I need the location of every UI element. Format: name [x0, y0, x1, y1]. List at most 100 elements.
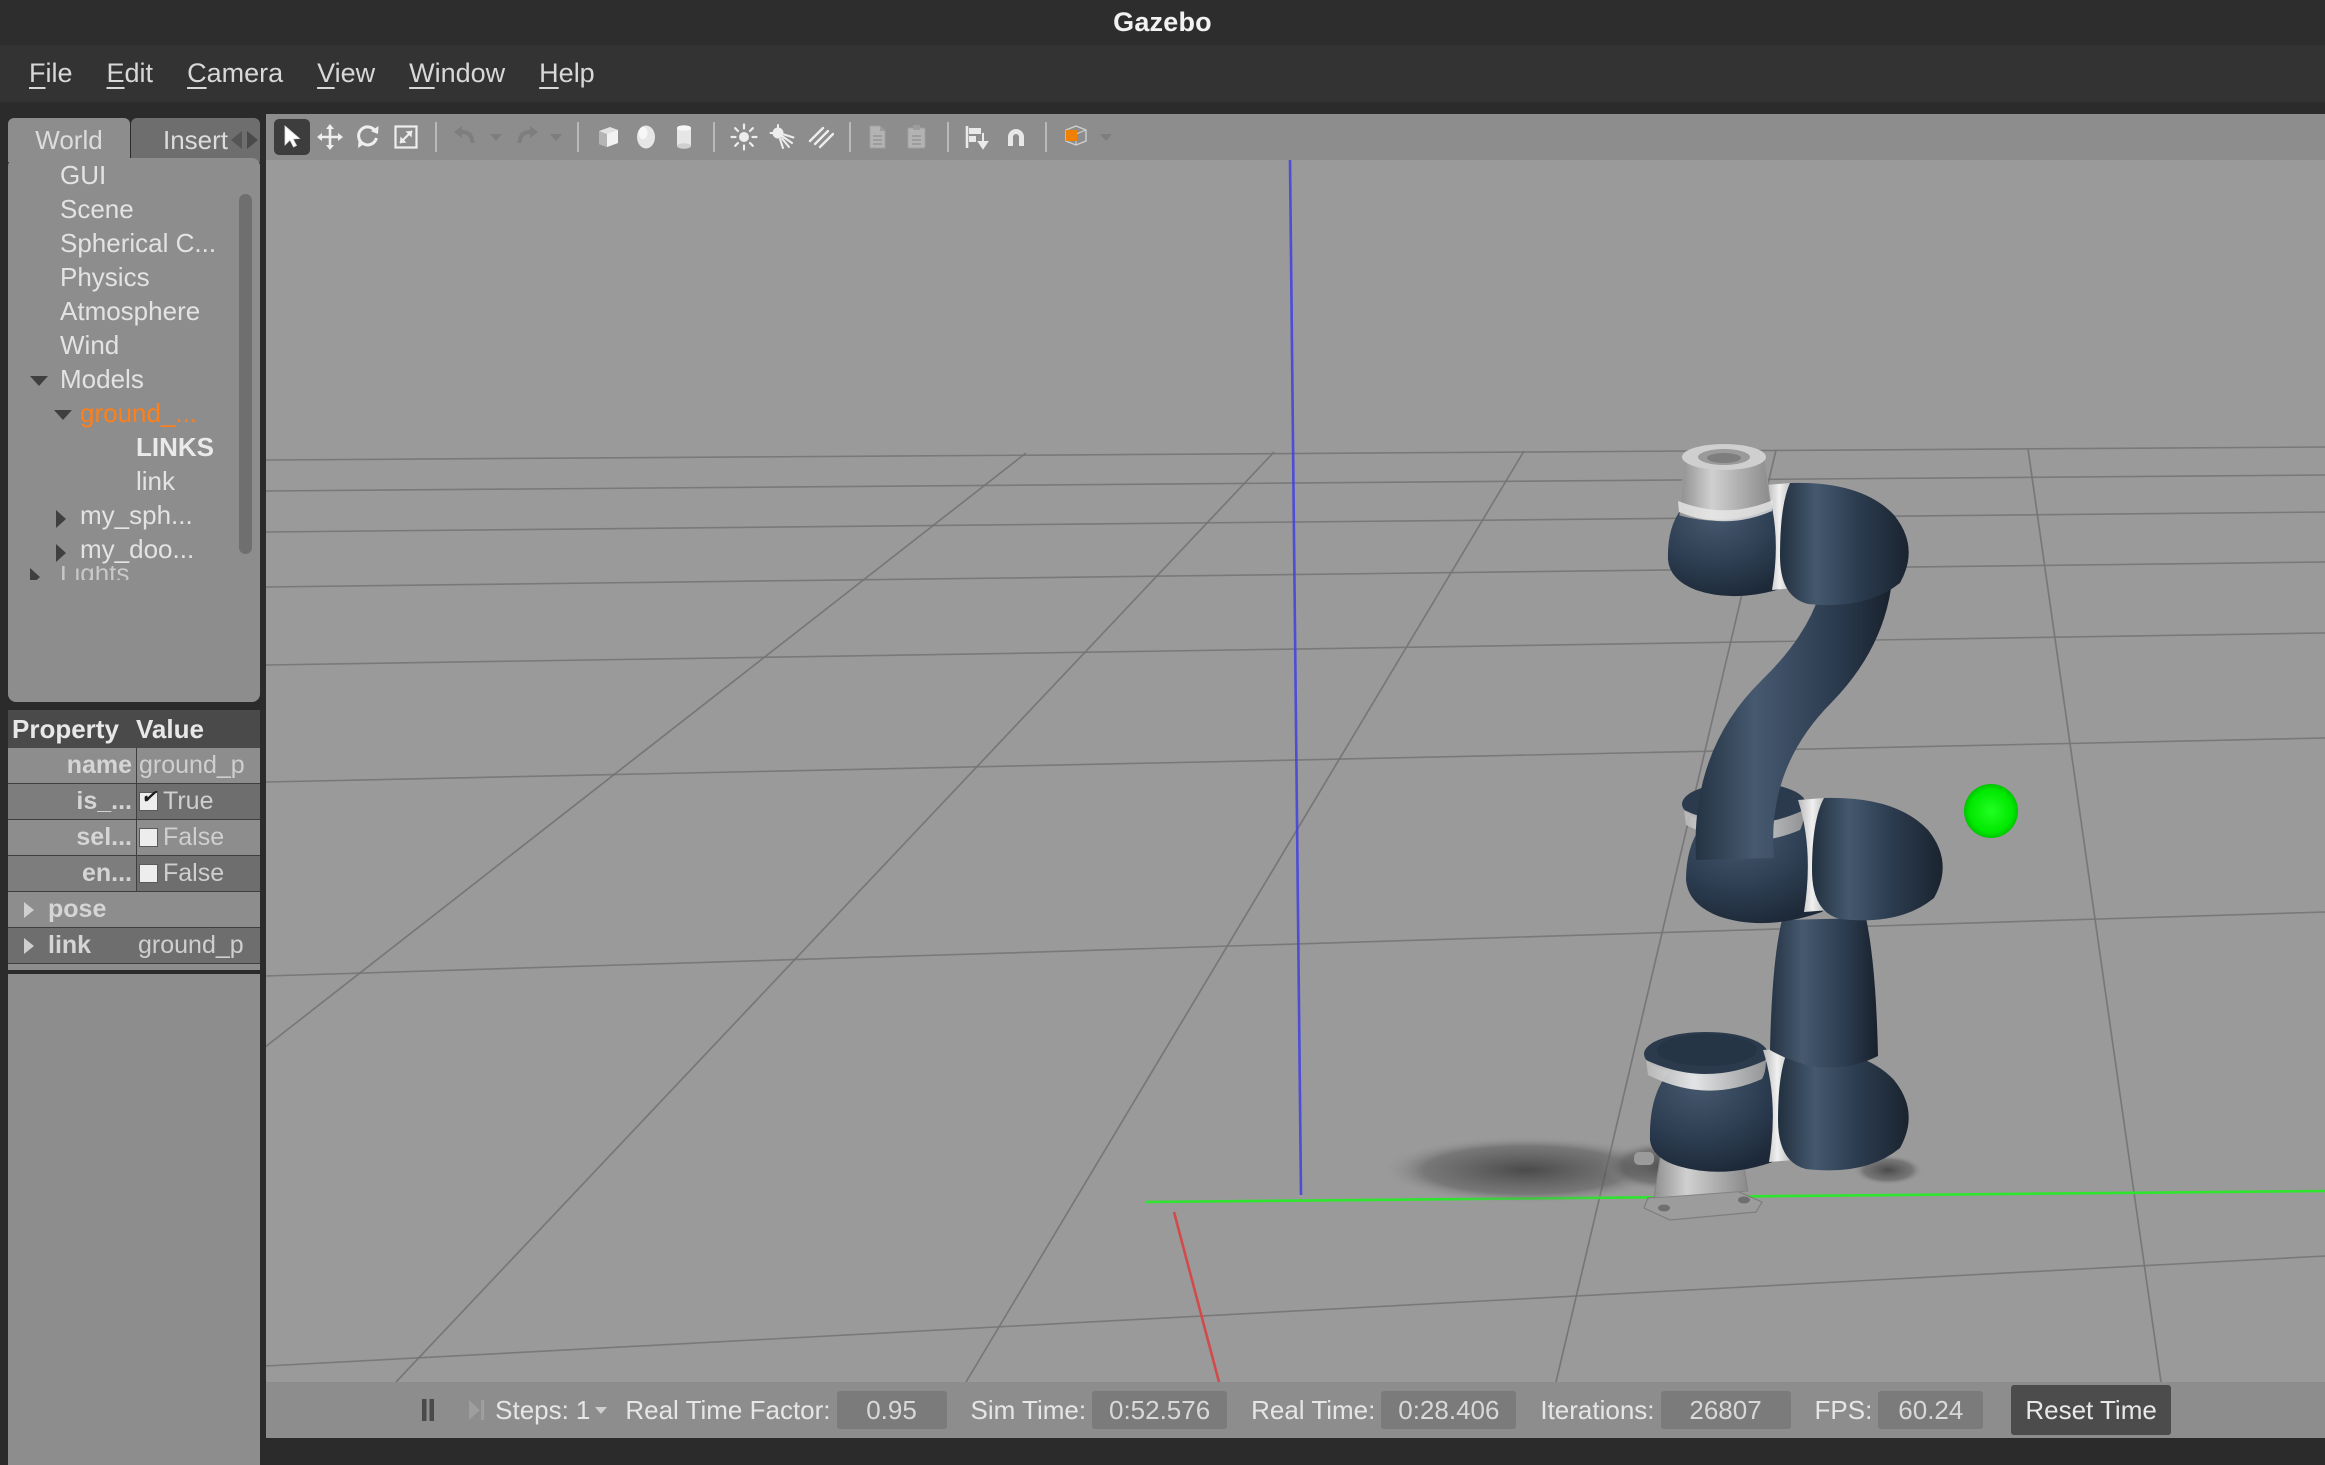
tree-item-my-door[interactable]: my_doo... [8, 532, 260, 566]
property-value-cell[interactable]: False [136, 856, 260, 891]
move-arrows-icon [316, 123, 344, 151]
window-bottom-strip [266, 1438, 2325, 1465]
table-row[interactable]: sel... False [8, 820, 260, 856]
chevron-right-icon[interactable] [30, 568, 40, 580]
tree-item-lights[interactable]: Lights [8, 566, 260, 580]
tab-scroll-right-icon[interactable] [247, 131, 258, 149]
real-time-label: Real Time: [1251, 1395, 1375, 1426]
translate-mode-button[interactable] [312, 119, 348, 155]
spot-light-icon [768, 123, 796, 151]
undo-button[interactable] [448, 119, 484, 155]
menu-view[interactable]: View [300, 54, 392, 93]
menu-camera[interactable]: Camera [170, 54, 300, 93]
chevron-right-icon[interactable] [56, 510, 66, 528]
property-value-cell[interactable]: True [136, 784, 260, 819]
table-row[interactable]: link ground_p [8, 928, 260, 964]
chevron-down-icon[interactable] [54, 410, 72, 420]
tree-item-label: Scene [60, 194, 134, 225]
tree-item-link[interactable]: link [8, 464, 260, 498]
table-row[interactable]: pose [8, 892, 260, 928]
select-mode-button[interactable] [274, 119, 310, 155]
tree-item-my-sphere[interactable]: my_sph... [8, 498, 260, 532]
checkbox-self-collide[interactable] [139, 828, 158, 847]
steps-label: Steps: [495, 1395, 569, 1426]
tree-item-atmosphere[interactable]: Atmosphere [8, 294, 260, 328]
tree-item-physics[interactable]: Physics [8, 260, 260, 294]
tree-item-models[interactable]: Models [8, 362, 260, 396]
pause-button[interactable] [420, 1397, 436, 1423]
step-forward-icon [466, 1397, 486, 1423]
tree-item-label: Wind [60, 330, 119, 361]
column-header-property: Property [8, 714, 136, 745]
tab-scroll-left-icon[interactable] [231, 131, 242, 149]
tree-item-label: GUI [60, 160, 106, 191]
steps-dropdown-chevron-down-icon[interactable] [595, 1407, 607, 1414]
paste-button[interactable] [900, 119, 936, 155]
tree-item-scene[interactable]: Scene [8, 192, 260, 226]
undo-dropdown-chevron-down-icon[interactable] [490, 134, 502, 141]
chevron-right-icon[interactable] [56, 544, 66, 562]
chevron-right-icon[interactable] [24, 902, 34, 918]
toolbar-separator [577, 122, 579, 152]
table-row[interactable]: is_... True [8, 784, 260, 820]
property-name-cell: sel... [8, 820, 136, 855]
tab-world-label: World [35, 125, 102, 156]
fps-label: FPS: [1815, 1395, 1873, 1426]
checkbox-is-static[interactable] [139, 792, 158, 811]
table-row[interactable]: en... False [8, 856, 260, 892]
redo-dropdown-chevron-down-icon[interactable] [550, 134, 562, 141]
property-value-cell[interactable] [136, 892, 260, 927]
checkbox-enable-wind[interactable] [139, 864, 158, 883]
snap-button[interactable] [998, 119, 1034, 155]
rotate-mode-button[interactable] [350, 119, 386, 155]
property-value-cell[interactable]: ground_p [136, 748, 260, 783]
step-button[interactable] [466, 1397, 486, 1423]
chevron-right-icon[interactable] [24, 938, 34, 954]
property-value-cell[interactable]: False [136, 820, 260, 855]
tree-item-label: Lights [60, 566, 129, 580]
directional-light-icon [806, 123, 834, 151]
menu-window[interactable]: Window [392, 54, 522, 93]
insert-box-button[interactable] [590, 119, 626, 155]
undo-arrow-icon [452, 124, 480, 150]
main-toolbar [266, 114, 2325, 160]
menu-edit[interactable]: Edit [90, 54, 171, 93]
tree-item-spherical-coordinates[interactable]: Spherical C... [8, 226, 260, 260]
tree-item-wind[interactable]: Wind [8, 328, 260, 362]
tree-item-ground-plane[interactable]: ground_... [8, 396, 260, 430]
copy-icon [866, 123, 894, 151]
tab-world[interactable]: World [8, 118, 130, 162]
insert-sphere-button[interactable] [628, 119, 664, 155]
menu-help[interactable]: Help [522, 54, 612, 93]
tree-item-gui[interactable]: GUI [8, 158, 260, 192]
insert-spot-light-button[interactable] [764, 119, 800, 155]
sim-time-value: 0:52.576 [1092, 1391, 1227, 1429]
property-value-cell[interactable]: ground_p [136, 928, 260, 963]
insert-directional-light-button[interactable] [802, 119, 838, 155]
chevron-down-icon[interactable] [30, 376, 48, 386]
tree-item-label: Models [60, 364, 144, 395]
view-angle-dropdown-chevron-down-icon[interactable] [1100, 134, 1112, 141]
world-tree[interactable]: GUI Scene Spherical C... Physics Atmosph… [8, 158, 260, 702]
property-value-text: True [163, 787, 213, 816]
tree-item-label: Atmosphere [60, 296, 200, 327]
scale-mode-button[interactable] [388, 119, 424, 155]
gazebo-3d-scene [266, 160, 2325, 1382]
tab-insert[interactable]: Insert [131, 118, 260, 162]
gazebo-3d-viewport[interactable] [266, 160, 2325, 1382]
reset-time-button[interactable]: Reset Time [2011, 1385, 2171, 1435]
redo-button[interactable] [508, 119, 544, 155]
change-view-angle-button[interactable] [1058, 119, 1094, 155]
table-row[interactable]: name ground_p [8, 748, 260, 784]
steps-value[interactable]: 1 [576, 1395, 590, 1426]
menu-file[interactable]: File [12, 54, 90, 93]
real-time-factor-value: 0.95 [837, 1391, 947, 1429]
insert-cylinder-button[interactable] [666, 119, 702, 155]
align-button[interactable] [960, 119, 996, 155]
insert-point-light-button[interactable] [726, 119, 762, 155]
redo-arrow-icon [512, 124, 540, 150]
box-icon [594, 123, 622, 151]
tree-vertical-scrollbar[interactable] [239, 194, 252, 554]
tree-item-label: ground_... [80, 398, 197, 429]
copy-button[interactable] [862, 119, 898, 155]
